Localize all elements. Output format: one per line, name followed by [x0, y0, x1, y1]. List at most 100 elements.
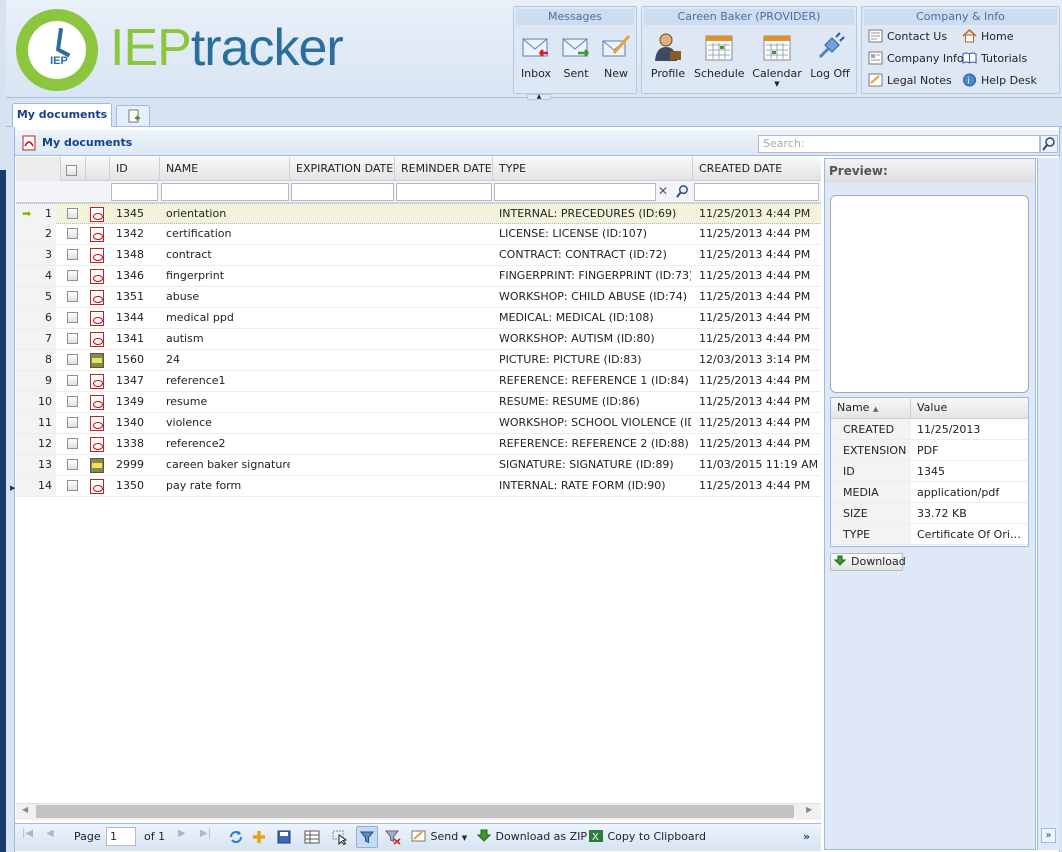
filter-reminder-input[interactable]: [396, 183, 492, 201]
property-row[interactable]: ID 1345: [831, 461, 1028, 482]
row-checkbox-cell[interactable]: [67, 333, 78, 347]
calendar-button[interactable]: Calendar ▼: [752, 31, 802, 88]
help-desk-link[interactable]: i Help Desk: [962, 72, 1037, 90]
property-name-header[interactable]: Name ▲: [831, 398, 911, 418]
row-checkbox-cell[interactable]: [67, 417, 78, 431]
page-number-input[interactable]: 1: [106, 827, 136, 846]
property-row[interactable]: MEDIA application/pdf: [831, 482, 1028, 503]
row-checkbox-cell[interactable]: [67, 249, 78, 263]
scrollbar-thumb[interactable]: [36, 805, 794, 818]
prev-page-icon[interactable]: ◀: [46, 828, 64, 846]
save-icon[interactable]: [276, 829, 292, 845]
table-row[interactable]: 6 1344 medical ppd MEDICAL: MEDICAL (ID:108…: [16, 308, 821, 329]
add-icon[interactable]: [251, 829, 267, 845]
more-tools-icon[interactable]: »: [803, 829, 810, 845]
columns-icon[interactable]: [304, 829, 320, 845]
column-header-created[interactable]: CREATED DATE: [693, 157, 821, 181]
property-row[interactable]: CREATED 11/25/2013: [831, 419, 1028, 440]
logoff-button[interactable]: Log Off: [808, 31, 852, 80]
column-header-id[interactable]: ID: [110, 157, 160, 181]
row-checkbox-cell[interactable]: [67, 312, 78, 326]
company-info-link[interactable]: Company Info: [868, 50, 964, 68]
table-row[interactable]: 7 1341 autism WORKSHOP: AUTISM (ID:80) 11/25…: [16, 329, 821, 350]
table-row[interactable]: 12 1338 reference2 REFERENCE: REFERENCE 2 (…: [16, 434, 821, 455]
next-page-icon[interactable]: ▶: [178, 828, 196, 846]
contact-us-link[interactable]: Contact Us: [868, 28, 947, 46]
row-checkbox[interactable]: [67, 228, 78, 239]
row-checkbox-cell[interactable]: [67, 228, 78, 242]
column-header-type[interactable]: TYPE: [493, 157, 693, 181]
table-row[interactable]: 13 2999 careen baker signature SIGNATURE: S…: [16, 455, 821, 476]
row-checkbox[interactable]: [67, 417, 78, 428]
row-checkbox-cell[interactable]: [67, 459, 78, 473]
splitter-handle-icon[interactable]: ▶: [10, 484, 15, 492]
table-row[interactable]: ➡ 1 1345 orientation INTERNAL: PRECEDURES (I…: [16, 203, 821, 224]
home-link[interactable]: Home: [962, 28, 1013, 46]
table-row[interactable]: 3 1348 contract CONTRACT: CONTRACT (ID:72) 1…: [16, 245, 821, 266]
select-all-header[interactable]: [61, 157, 86, 181]
column-header-expiration[interactable]: EXPIRATION DATE: [290, 157, 395, 181]
row-checkbox-cell[interactable]: [67, 270, 78, 284]
table-row[interactable]: 14 1350 pay rate form INTERNAL: RATE FORM (…: [16, 476, 821, 497]
row-checkbox-cell[interactable]: [67, 480, 78, 494]
property-row[interactable]: TYPE Certificate Of Orie...: [831, 524, 1028, 545]
row-checkbox[interactable]: [67, 459, 78, 470]
row-checkbox-cell[interactable]: [67, 375, 78, 389]
sent-button[interactable]: Sent: [558, 31, 594, 80]
clear-filter-icon[interactable]: ✕: [658, 184, 668, 198]
row-checkbox[interactable]: [67, 333, 78, 344]
select-all-checkbox[interactable]: [66, 165, 77, 176]
last-page-icon[interactable]: ▶|: [200, 828, 218, 846]
profile-button[interactable]: Profile: [648, 31, 688, 80]
filter-id-input[interactable]: [111, 183, 158, 201]
tab-my-documents[interactable]: My documents: [12, 103, 112, 127]
row-checkbox-cell[interactable]: [67, 396, 78, 410]
row-checkbox[interactable]: [67, 396, 78, 407]
property-value-header[interactable]: Value: [911, 398, 1028, 418]
column-header-name[interactable]: NAME: [160, 157, 290, 181]
row-checkbox[interactable]: [67, 208, 78, 219]
table-row[interactable]: 2 1342 certification LICENSE: LICENSE (ID:1…: [16, 224, 821, 245]
row-checkbox[interactable]: [67, 375, 78, 386]
row-checkbox-cell[interactable]: [67, 438, 78, 452]
schedule-button[interactable]: Schedule: [694, 31, 745, 80]
tutorials-link[interactable]: Tutorials: [962, 50, 1027, 68]
calendar-dropdown-icon[interactable]: ▼: [752, 80, 802, 88]
column-header-reminder[interactable]: REMINDER DATE: [395, 157, 493, 181]
first-page-icon[interactable]: |◀: [22, 828, 40, 846]
scroll-left-icon[interactable]: ◀: [22, 805, 28, 814]
row-checkbox[interactable]: [67, 291, 78, 302]
new-message-button[interactable]: New: [598, 31, 634, 80]
search-button[interactable]: [1040, 135, 1058, 153]
copy-clipboard-button[interactable]: X Copy to Clipboard: [588, 829, 706, 845]
download-zip-button[interactable]: Download as ZIP: [476, 829, 587, 845]
row-checkbox[interactable]: [67, 438, 78, 449]
property-row[interactable]: EXTENSION PDF: [831, 440, 1028, 461]
inbox-button[interactable]: Inbox: [518, 31, 554, 80]
filter-type-input[interactable]: [494, 183, 656, 201]
search-input[interactable]: Search:: [758, 135, 1040, 153]
table-row[interactable]: 11 1340 violence WORKSHOP: SCHOOL VIOLENCE …: [16, 413, 821, 434]
filter-search-icon[interactable]: [675, 184, 690, 199]
row-checkbox[interactable]: [67, 270, 78, 281]
filter-expiration-input[interactable]: [291, 183, 394, 201]
table-row[interactable]: 9 1347 reference1 REFERENCE: REFERENCE 1 (I…: [16, 371, 821, 392]
app-logo[interactable]: IEPtracker: [110, 16, 344, 80]
row-checkbox[interactable]: [67, 249, 78, 260]
refresh-icon[interactable]: [228, 829, 244, 845]
filter-created-input[interactable]: [694, 183, 819, 201]
property-row[interactable]: SIZE 33.72 KB: [831, 503, 1028, 524]
add-tab-button[interactable]: [116, 105, 150, 126]
table-row[interactable]: 8 1560 24 PICTURE: PICTURE (ID:83) 12/03/201…: [16, 350, 821, 371]
row-checkbox-cell[interactable]: [67, 354, 78, 368]
row-checkbox-cell[interactable]: [67, 291, 78, 305]
expand-panel-icon[interactable]: »: [1041, 828, 1056, 843]
row-checkbox[interactable]: [67, 354, 78, 365]
row-checkbox-cell[interactable]: [67, 208, 78, 222]
table-row[interactable]: 10 1349 resume RESUME: RESUME (ID:86) 11/25/…: [16, 392, 821, 413]
filter-toggle-button[interactable]: [356, 826, 378, 848]
send-button[interactable]: Send ▼: [411, 829, 467, 846]
table-row[interactable]: 4 1346 fingerprint FINGERPRINT: FINGERPRINT…: [16, 266, 821, 287]
clear-filter-funnel-icon[interactable]: [385, 829, 401, 845]
select-cursor-icon[interactable]: [332, 829, 348, 845]
